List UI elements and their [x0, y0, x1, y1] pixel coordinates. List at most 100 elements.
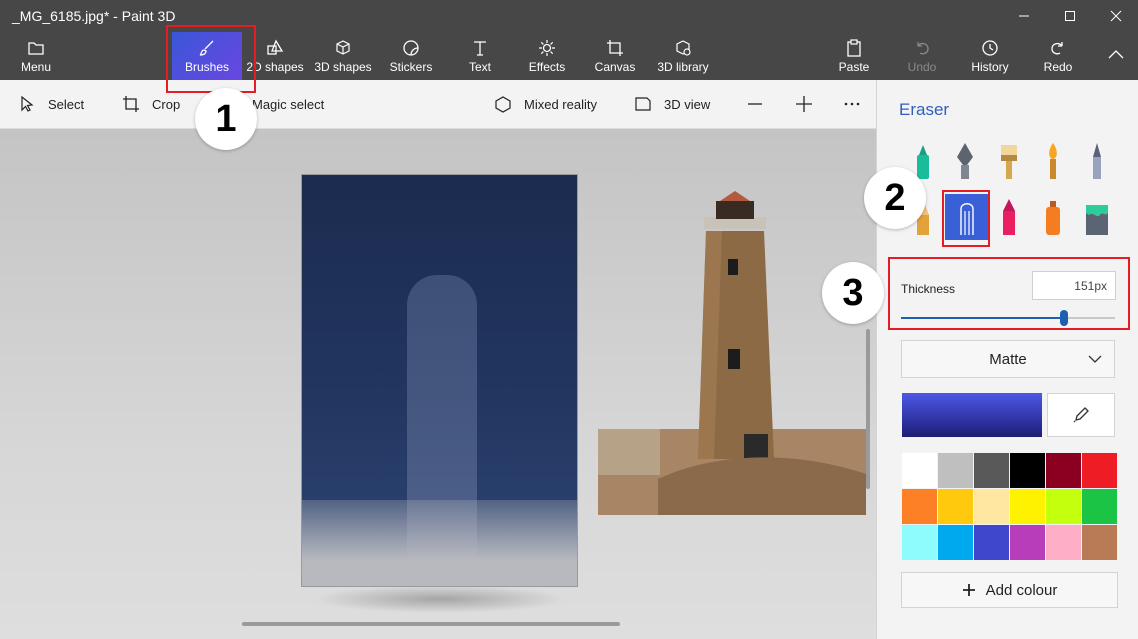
finish-dropdown[interactable]: Matte: [901, 340, 1115, 378]
brush-settings-panel: Eraser Thickness 151px Matte Add colour: [876, 80, 1138, 639]
edited-photo-canvas[interactable]: [301, 174, 578, 587]
sun-icon: [539, 39, 555, 56]
palette-swatch[interactable]: [902, 489, 937, 524]
shapes3d-label: 3D shapes: [314, 59, 372, 74]
mixed-reality-button[interactable]: Mixed reality: [494, 80, 597, 128]
palette-swatch[interactable]: [902, 453, 937, 488]
cursor-icon: [21, 95, 34, 112]
more-options-button[interactable]: [843, 80, 861, 128]
menu-button[interactable]: Menu: [8, 32, 64, 80]
shapes3d-button[interactable]: 3D shapes: [312, 32, 374, 80]
canvas-area[interactable]: [0, 129, 876, 639]
history-icon: [982, 39, 998, 56]
view-3d-icon: [635, 97, 651, 111]
vertical-scrollbar[interactable]: [866, 329, 870, 489]
palette-swatch[interactable]: [974, 453, 1009, 488]
palette-swatch[interactable]: [1010, 453, 1045, 488]
canvas-icon: [607, 39, 623, 56]
undo-button[interactable]: Undo: [900, 32, 944, 80]
panel-title: Eraser: [899, 100, 950, 119]
palette-swatch[interactable]: [974, 489, 1009, 524]
palette-swatch[interactable]: [1046, 525, 1081, 560]
pixel-pen-tool[interactable]: [1075, 138, 1119, 184]
folder-icon: [28, 41, 44, 55]
ellipsis-icon: [844, 102, 860, 106]
text-icon: [474, 40, 486, 56]
zoom-in-button[interactable]: [795, 80, 813, 128]
oil-brush-tool[interactable]: [987, 138, 1031, 184]
calligraphy-pen-icon: [957, 143, 973, 179]
history-label: History: [971, 59, 1009, 74]
pixel-pen-icon: [1093, 143, 1101, 179]
paint-bucket-icon: [1086, 205, 1108, 235]
zoom-out-button[interactable]: [746, 80, 764, 128]
maximize-icon: [1065, 11, 1075, 21]
highlight-eraser: [942, 190, 990, 247]
chevron-up-icon: [1108, 49, 1124, 58]
stickers-button[interactable]: Stickers: [386, 32, 436, 80]
palette-swatch[interactable]: [938, 453, 973, 488]
library3d-label: 3D library: [657, 59, 709, 74]
redo-label: Redo: [1043, 59, 1073, 74]
close-button[interactable]: [1093, 0, 1138, 32]
highlight-thickness: [888, 257, 1130, 330]
lighthouse-cutout[interactable]: [598, 189, 866, 517]
paste-label: Paste: [838, 59, 870, 74]
maximize-button[interactable]: [1047, 0, 1093, 32]
palette-swatch[interactable]: [1082, 453, 1117, 488]
select-button[interactable]: Select: [18, 80, 84, 128]
calligraphy-pen-tool[interactable]: [943, 138, 987, 184]
view-3d-label: 3D view: [664, 96, 711, 112]
crop-label: Crop: [152, 96, 181, 112]
history-button[interactable]: History: [966, 32, 1014, 80]
eyedropper-button[interactable]: [1047, 393, 1115, 437]
plus-icon: [796, 96, 812, 112]
shapes-2d-icon: [267, 39, 284, 55]
paste-button[interactable]: Paste: [832, 32, 876, 80]
crayon-tool[interactable]: [987, 194, 1031, 240]
undo-label: Undo: [907, 59, 937, 74]
view-3d-button[interactable]: 3D view: [634, 80, 710, 128]
callout-3: 3: [822, 262, 884, 324]
cube-icon: [336, 39, 350, 55]
erased-ground-ghost: [302, 500, 577, 586]
palette-swatch[interactable]: [938, 525, 973, 560]
collapse-ribbon-button[interactable]: [1098, 32, 1134, 80]
fill-tool[interactable]: [1075, 194, 1119, 240]
palette-swatch[interactable]: [938, 489, 973, 524]
plus-icon: [962, 584, 975, 596]
mixed-reality-icon: [495, 96, 511, 113]
palette-swatch[interactable]: [1046, 453, 1081, 488]
secondary-toolbar: Select Crop Magic select Mixed reality 3…: [0, 80, 876, 129]
minimize-icon: [1019, 15, 1029, 17]
callout-1: 1: [195, 88, 257, 150]
palette-swatch[interactable]: [1010, 489, 1045, 524]
stickers-label: Stickers: [389, 59, 433, 74]
sticker-icon: [403, 39, 419, 56]
add-colour-button[interactable]: Add colour: [901, 572, 1118, 608]
palette-swatch[interactable]: [902, 525, 937, 560]
library3d-button[interactable]: 3D library: [654, 32, 712, 80]
watercolor-tool[interactable]: [1031, 138, 1075, 184]
text-button[interactable]: Text: [458, 32, 502, 80]
palette-swatch[interactable]: [1010, 525, 1045, 560]
redo-icon: [1051, 41, 1063, 54]
effects-button[interactable]: Effects: [524, 32, 570, 80]
minimize-button[interactable]: [1001, 0, 1047, 32]
palette-swatch[interactable]: [1046, 489, 1081, 524]
canvas-button[interactable]: Canvas: [592, 32, 638, 80]
menu-label: Menu: [20, 59, 52, 74]
crayon-icon: [1003, 199, 1015, 235]
current-color-swatch[interactable]: [902, 393, 1042, 437]
watercolor-brush-icon: [1049, 143, 1057, 179]
palette-swatch[interactable]: [974, 525, 1009, 560]
spray-can-tool[interactable]: [1031, 194, 1075, 240]
palette-swatch[interactable]: [1082, 525, 1117, 560]
minus-icon: [748, 103, 762, 105]
palette-swatch[interactable]: [1082, 489, 1117, 524]
callout-2: 2: [864, 167, 926, 229]
effects-label: Effects: [528, 59, 566, 74]
horizontal-scrollbar[interactable]: [242, 622, 620, 626]
library-3d-icon: [676, 39, 691, 56]
redo-button[interactable]: Redo: [1036, 32, 1080, 80]
